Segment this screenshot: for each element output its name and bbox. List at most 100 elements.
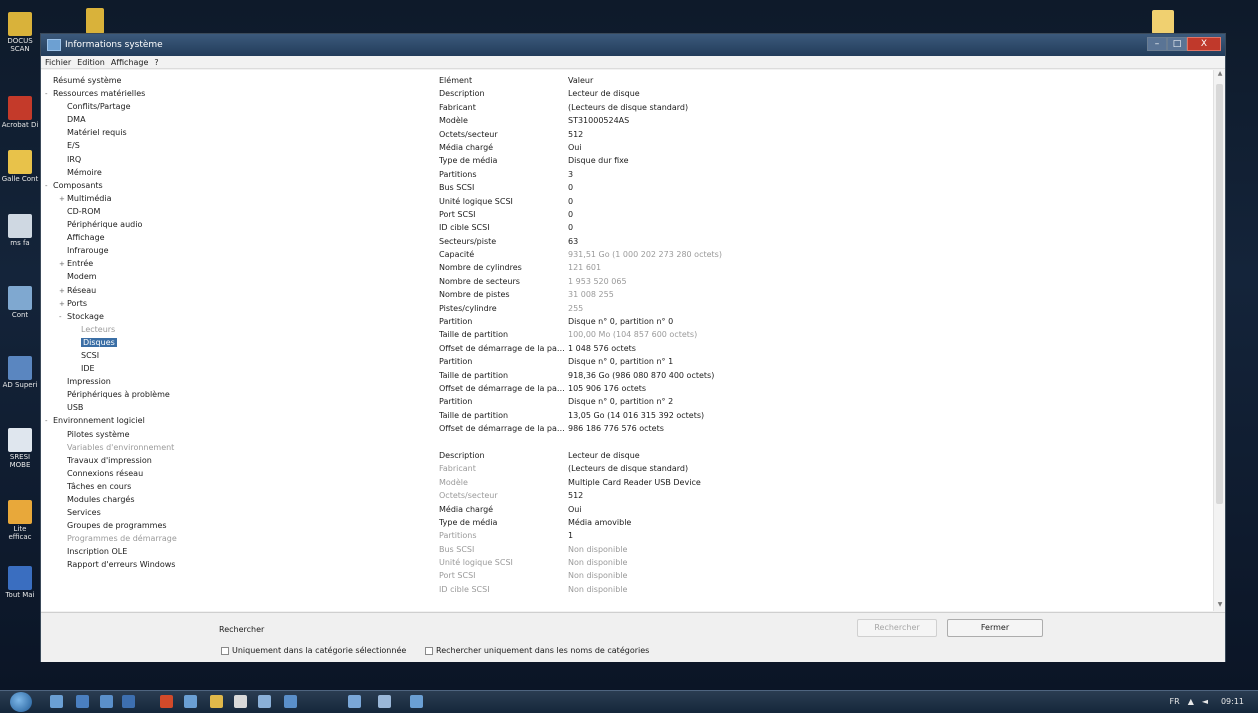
table-row[interactable]: Fabricant (Lecteurs de disque standard) — [437, 462, 1207, 475]
desktop-shortcut[interactable]: ms fa — [1, 214, 39, 247]
table-row[interactable]: Partitions 1 — [437, 529, 1207, 542]
checkbox[interactable] — [221, 646, 229, 655]
tree-item[interactable]: - Stockage — [43, 310, 433, 323]
desktop-shortcut[interactable]: Galle Cont — [1, 150, 39, 183]
tree-item[interactable]: Mémoire — [43, 166, 433, 179]
menu-edition[interactable]: Edition — [77, 58, 105, 67]
taskbar-app-icon[interactable] — [348, 695, 361, 708]
tree-item[interactable]: Services — [43, 506, 433, 519]
close-window-button[interactable]: Fermer — [947, 619, 1043, 637]
tree-item[interactable]: USB — [43, 401, 433, 414]
expand-toggle-icon[interactable]: - — [59, 311, 67, 324]
table-row[interactable]: Unité logique SCSI 0 — [437, 195, 1207, 208]
menu-fichier[interactable]: Fichier — [45, 58, 71, 67]
taskbar-app-icon[interactable] — [410, 695, 423, 708]
expand-toggle-icon[interactable]: + — [59, 298, 67, 311]
taskbar-app-icon[interactable] — [258, 695, 271, 708]
taskbar-app-icon[interactable] — [122, 695, 135, 708]
tree-item[interactable]: Tâches en cours — [43, 480, 433, 493]
table-row[interactable]: Octets/secteur 512 — [437, 128, 1207, 141]
taskbar-app-icon[interactable] — [184, 695, 197, 708]
tree-item[interactable]: + Réseau — [43, 284, 433, 297]
desktop-right-icon[interactable] — [1152, 10, 1174, 34]
table-row[interactable]: Taille de partition 13,05 Go (14 016 315 … — [437, 409, 1207, 422]
table-row[interactable]: Nombre de cylindres 121 601 — [437, 261, 1207, 274]
menu-help[interactable]: ? — [154, 58, 158, 67]
scroll-thumb[interactable] — [1216, 84, 1223, 504]
tree-item[interactable]: Modem — [43, 270, 433, 283]
expand-toggle-icon[interactable]: - — [45, 88, 53, 101]
table-row[interactable]: Octets/secteur 512 — [437, 489, 1207, 502]
taskbar-app-icon[interactable] — [378, 695, 391, 708]
tree-item[interactable]: Inscription OLE — [43, 545, 433, 558]
desktop-shortcut[interactable]: AD Superi — [1, 356, 39, 389]
taskbar-app-icon[interactable] — [160, 695, 173, 708]
close-button[interactable]: X — [1187, 37, 1221, 51]
tree-item[interactable]: - Ressources matérielles — [43, 87, 433, 100]
tree-item[interactable]: Résumé système — [43, 74, 433, 87]
table-row[interactable]: Bus SCSI 0 — [437, 181, 1207, 194]
table-row[interactable]: Description Lecteur de disque — [437, 87, 1207, 100]
scroll-down-icon[interactable]: ▼ — [1214, 601, 1226, 611]
table-row[interactable]: Secteurs/piste 63 — [437, 235, 1207, 248]
tree-item[interactable]: Périphériques à problème — [43, 388, 433, 401]
table-row[interactable]: ID cible SCSI 0 — [437, 221, 1207, 234]
table-row[interactable]: Bus SCSI Non disponible — [437, 543, 1207, 556]
table-row[interactable]: Taille de partition 100,00 Mo (104 857 60… — [437, 328, 1207, 341]
tree-item[interactable]: Connexions réseau — [43, 467, 433, 480]
tree-item[interactable]: Pilotes système — [43, 428, 433, 441]
tree-item[interactable]: Disques — [43, 336, 433, 349]
desktop-shortcut[interactable]: Tout Mai — [1, 566, 39, 599]
tree-item[interactable]: SCSI — [43, 349, 433, 362]
tree-item[interactable]: CD-ROM — [43, 205, 433, 218]
taskbar-app-icon[interactable] — [234, 695, 247, 708]
table-row[interactable]: Offset de démarrage de la par... 1 048 57… — [437, 342, 1207, 355]
minimize-button[interactable]: – — [1147, 37, 1167, 51]
table-row[interactable]: Partition Disque n° 0, partition n° 2 — [437, 395, 1207, 408]
clock[interactable]: 09:11 — [1221, 697, 1244, 706]
checkbox[interactable] — [425, 646, 433, 655]
volume-icon[interactable]: ◄ — [1202, 697, 1208, 706]
expand-toggle-icon[interactable]: + — [59, 193, 67, 206]
column-header-value[interactable]: Valeur — [567, 74, 1207, 87]
tree-item[interactable]: + Ports — [43, 297, 433, 310]
table-row[interactable]: Partitions 3 — [437, 168, 1207, 181]
table-row[interactable]: Média chargé Oui — [437, 141, 1207, 154]
taskbar-app-icon[interactable] — [76, 695, 89, 708]
table-row[interactable]: Capacité 931,51 Go (1 000 202 273 280 oct… — [437, 248, 1207, 261]
tree-item[interactable]: Infrarouge — [43, 244, 433, 257]
taskbar-app-icon[interactable] — [210, 695, 223, 708]
tree-item[interactable]: Travaux d'impression — [43, 454, 433, 467]
table-row[interactable]: Fabricant (Lecteurs de disque standard) — [437, 101, 1207, 114]
start-button[interactable] — [10, 692, 32, 712]
tree-item[interactable]: + Entrée — [43, 257, 433, 270]
tree-item[interactable]: IRQ — [43, 153, 433, 166]
table-row[interactable]: Offset de démarrage de la par... 105 906 … — [437, 382, 1207, 395]
search-input[interactable] — [265, 623, 865, 635]
tree-item[interactable]: E/S — [43, 139, 433, 152]
tree-item[interactable]: Variables d'environnement — [43, 441, 433, 454]
tree-item[interactable]: Modules chargés — [43, 493, 433, 506]
menu-affichage[interactable]: Affichage — [111, 58, 149, 67]
tree-item[interactable]: Matériel requis — [43, 126, 433, 139]
tree-item[interactable]: - Composants — [43, 179, 433, 192]
tree-item[interactable]: - Environnement logiciel — [43, 414, 433, 427]
option-category-names[interactable]: Rechercher uniquement dans les noms de c… — [425, 646, 649, 655]
table-row[interactable]: Taille de partition 918,36 Go (986 080 87… — [437, 369, 1207, 382]
expand-toggle-icon[interactable]: - — [45, 180, 53, 193]
tree-item[interactable]: Conflits/Partage — [43, 100, 433, 113]
table-row[interactable]: ID cible SCSI Non disponible — [437, 583, 1207, 596]
tree-item[interactable]: Rapport d'erreurs Windows — [43, 558, 433, 571]
table-row[interactable]: Nombre de secteurs 1 953 520 065 — [437, 275, 1207, 288]
desktop-shortcut[interactable]: Acrobat Di — [1, 96, 39, 129]
table-row[interactable]: Partition Disque n° 0, partition n° 1 — [437, 355, 1207, 368]
option-selected-category[interactable]: Uniquement dans la catégorie sélectionné… — [221, 646, 406, 655]
expand-toggle-icon[interactable]: + — [59, 285, 67, 298]
tree-item[interactable]: Groupes de programmes — [43, 519, 433, 532]
tree-item[interactable]: Lecteurs — [43, 323, 433, 336]
expand-toggle-icon[interactable]: - — [45, 415, 53, 428]
table-row[interactable]: Type de média Média amovible — [437, 516, 1207, 529]
tree-item[interactable]: DMA — [43, 113, 433, 126]
network-icon[interactable]: ▲ — [1188, 697, 1194, 706]
taskbar-app-icon[interactable] — [284, 695, 297, 708]
